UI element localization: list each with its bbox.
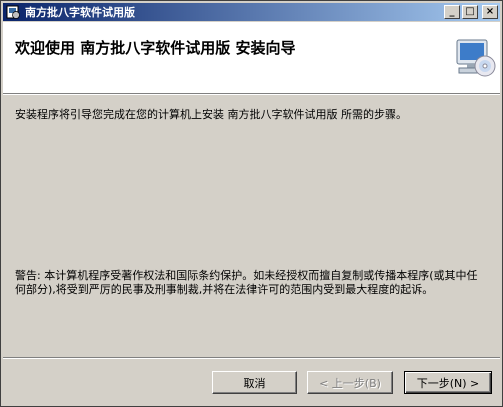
intro-text: 安装程序将引导您完成在您的计算机上安装 南方批八字软件试用版 所需的步骤。 (15, 108, 407, 121)
wizard-header: 欢迎使用 南方批八字软件试用版 安装向导 (3, 22, 500, 94)
maximize-icon: □ (465, 6, 475, 17)
installer-icon (6, 5, 20, 19)
computer-cd-icon (456, 39, 496, 77)
maximize-button[interactable]: □ (462, 5, 478, 19)
installer-window: 南方批八字软件试用版 _ □ × 欢迎使用 南方批八字软件试用版 安装向导 安装… (0, 0, 503, 407)
window-title: 南方批八字软件试用版 (25, 6, 135, 19)
header-divider (3, 94, 500, 95)
minimize-icon: _ (449, 6, 455, 17)
minimize-button[interactable]: _ (444, 5, 460, 19)
copyright-warning: 警告: 本计算机程序受著作权法和国际条约保护。如未经授权而擅自复制或传播本程序(… (15, 269, 478, 296)
cancel-button[interactable]: 取消 (212, 371, 297, 394)
next-button[interactable]: 下一步(N) > (404, 371, 492, 394)
close-button[interactable]: × (482, 5, 498, 19)
wizard-title: 欢迎使用 南方批八字软件试用版 安装向导 (15, 39, 296, 57)
footer-divider-highlight (3, 358, 500, 359)
close-icon: × (485, 6, 495, 17)
back-button[interactable]: < 上一步(B) (307, 371, 393, 394)
title-bar[interactable]: 南方批八字软件试用版 _ □ × (3, 3, 500, 21)
